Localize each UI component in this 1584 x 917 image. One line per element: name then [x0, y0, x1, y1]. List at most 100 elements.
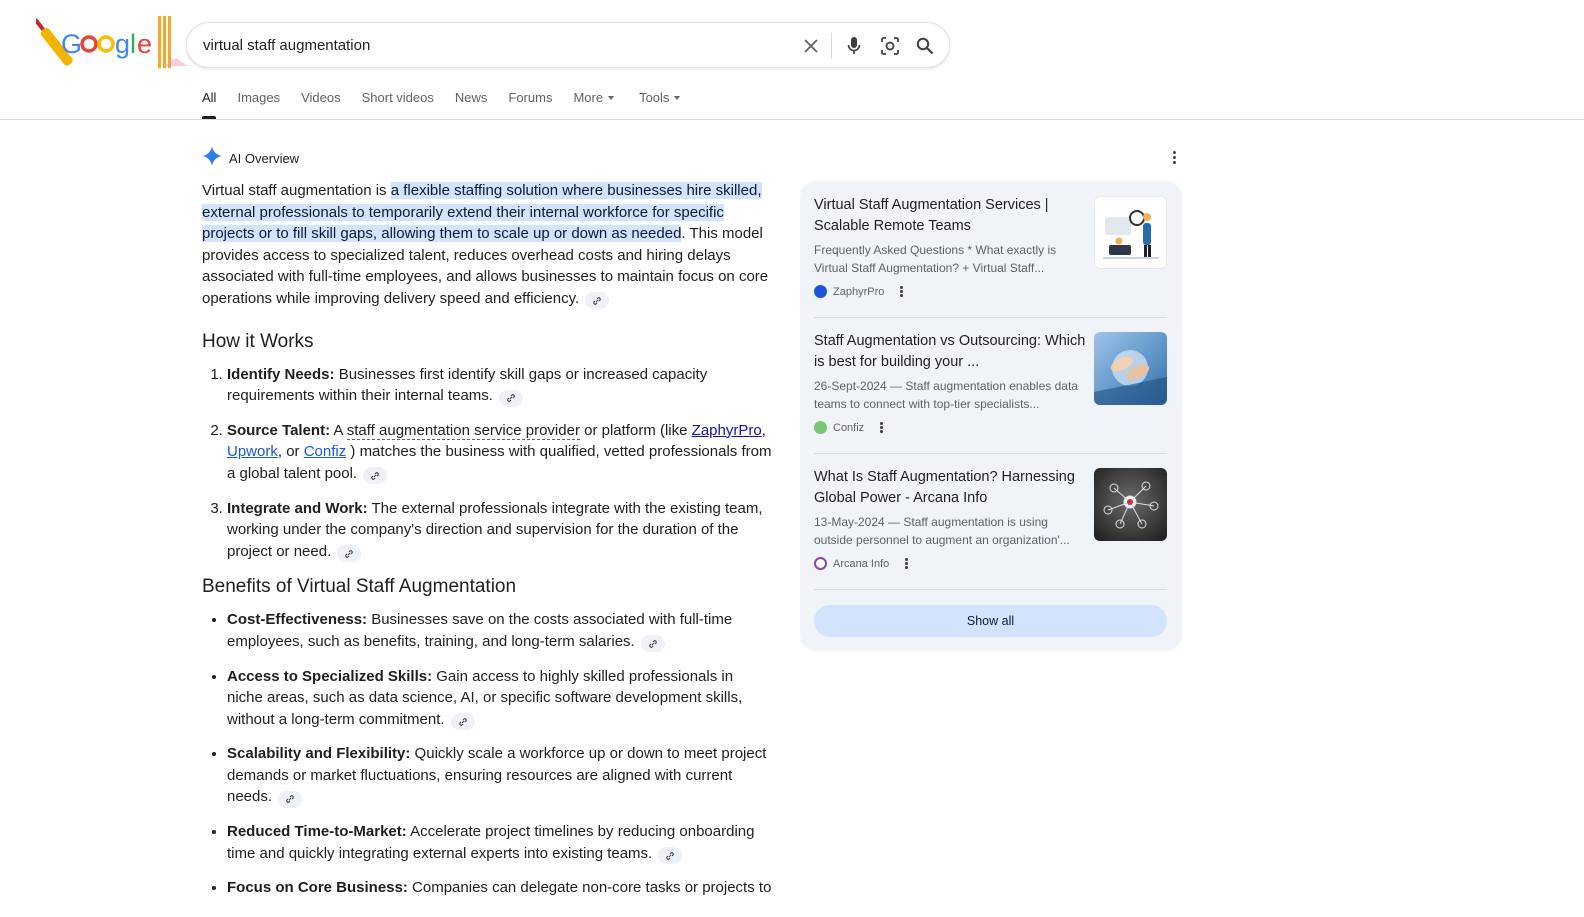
source-title[interactable]: What Is Staff Augmentation? Harnessing G… — [814, 467, 1086, 509]
item-term: Source Talent: — [227, 421, 331, 439]
item-term: Reduced Time-to-Market: — [227, 823, 407, 841]
microphone-icon[interactable] — [842, 34, 866, 58]
list-item: Scalability and Flexibility: Quickly sca… — [227, 743, 772, 808]
search-icon[interactable] — [913, 34, 937, 58]
tab-more[interactable]: More — [573, 90, 615, 120]
source-snippet: Frequently Asked Questions * What exactl… — [814, 243, 1057, 275]
caret-down-icon — [674, 96, 681, 100]
source-thumbnail — [1094, 468, 1167, 541]
confiz-favicon — [814, 421, 827, 434]
source-title[interactable]: Staff Augmentation vs Outsourcing: Which… — [814, 331, 1086, 373]
item-text: , or — [277, 443, 304, 461]
link-icon[interactable] — [658, 847, 683, 865]
divider — [814, 589, 1167, 590]
tab-label: News — [454, 90, 488, 105]
source-thumbnail — [1094, 332, 1167, 405]
search-box[interactable]: virtual staff augmentation — [186, 22, 950, 68]
item-text: Companies can delegate non-core tasks or… — [407, 879, 772, 897]
source-site-name: ZaphyrPro — [833, 285, 885, 298]
tab-videos[interactable]: Videos — [301, 90, 341, 120]
ai-overview-label: AI Overview — [229, 151, 300, 166]
tab-images[interactable]: Images — [237, 90, 280, 120]
svg-text:e: e — [137, 29, 152, 59]
intro-text: Virtual staff augmentation is — [202, 182, 391, 199]
link-icon[interactable] — [640, 635, 665, 653]
item-term: Integrate and Work: — [227, 499, 368, 517]
google-doodle-logo[interactable]: G g l e — [34, 8, 196, 72]
link-icon[interactable] — [585, 292, 610, 310]
tab-label: Forums — [508, 90, 553, 105]
more-options-icon[interactable] — [1166, 148, 1182, 166]
close-icon[interactable] — [799, 34, 823, 58]
search-tabs: All Images Videos Short videos News Foru… — [202, 90, 701, 120]
item-term: Focus on Core Business: — [227, 879, 408, 897]
source-thumbnail — [1094, 196, 1167, 269]
link-icon[interactable] — [363, 467, 388, 485]
intro-paragraph: Virtual staff augmentation is a flexible… — [202, 180, 772, 310]
tab-tools[interactable]: Tools — [639, 90, 681, 120]
divider — [831, 33, 832, 59]
item-text: A — [330, 421, 347, 439]
tab-label: Videos — [301, 90, 341, 105]
tab-label: Short videos — [361, 90, 434, 105]
svg-text:l: l — [130, 29, 136, 59]
item-text: , — [761, 421, 766, 439]
source-snippet: 26-Sept-2024 — Staff augmentation enable… — [814, 379, 1078, 411]
source-snippet: 13-May-2024 — Staff augmentation is usin… — [814, 515, 1070, 547]
link-icon[interactable] — [278, 790, 303, 808]
show-all-button[interactable]: Show all — [814, 605, 1167, 637]
zaphyrpro-favicon — [814, 285, 827, 298]
tab-all[interactable]: All — [202, 90, 217, 120]
caret-down-icon — [608, 96, 615, 100]
tab-label: Images — [237, 90, 281, 105]
tab-short-videos[interactable]: Short videos — [362, 90, 434, 120]
zaphyrpro-link[interactable]: ZaphyrPro — [692, 422, 762, 439]
more-options-icon[interactable] — [880, 422, 883, 433]
source-title[interactable]: Virtual Staff Augmentation Services | Sc… — [814, 195, 1086, 237]
source-card[interactable]: Virtual Staff Augmentation Services | Sc… — [814, 181, 1167, 301]
tab-news[interactable]: News — [455, 90, 488, 120]
list-item: Cost-Effectiveness: Businesses save on t… — [227, 609, 772, 653]
more-options-icon[interactable] — [900, 286, 903, 297]
arcana-favicon — [814, 557, 827, 570]
search-input[interactable]: virtual staff augmentation — [203, 37, 370, 54]
upwork-link[interactable]: Upwork — [227, 443, 278, 460]
tab-forums[interactable]: Forums — [508, 90, 552, 120]
how-it-works-heading: How it Works — [202, 330, 314, 352]
item-text: or platform (like — [579, 421, 692, 439]
how-it-works-list: Identify Needs: Businesses first identif… — [202, 364, 772, 563]
benefits-heading: Benefits of Virtual Staff Augmentation — [202, 576, 517, 598]
more-options-icon[interactable] — [905, 558, 908, 569]
header: G g l e virtual staff augmentation All I… — [0, 0, 1584, 120]
list-item: Integrate and Work: The external profess… — [227, 498, 772, 563]
source-site-name: Arcana Info — [833, 557, 890, 570]
sparkle-icon — [202, 146, 222, 171]
confiz-link[interactable]: Confiz — [304, 443, 347, 460]
source-site: Arcana Info — [814, 557, 908, 570]
list-item: Access to Specialized Skills: Gain acces… — [227, 666, 772, 731]
tab-label: Tools — [639, 90, 670, 105]
list-item: Source Talent: A staff augmentation serv… — [227, 420, 772, 485]
link-icon[interactable] — [337, 545, 362, 563]
list-item: Reduced Time-to-Market: Accelerate proje… — [227, 821, 772, 865]
lens-icon[interactable] — [878, 34, 902, 58]
source-site: Confiz — [814, 421, 883, 434]
benefits-list: Cost-Effectiveness: Businesses save on t… — [202, 609, 772, 899]
sources-panel: Virtual Staff Augmentation Services | Sc… — [800, 181, 1182, 651]
ai-overview-content: Virtual staff augmentation is a flexible… — [202, 180, 772, 912]
item-term: Cost-Effectiveness: — [227, 611, 368, 629]
link-icon[interactable] — [499, 389, 524, 407]
provider-term-link[interactable]: staff augmentation service provider — [346, 421, 580, 440]
ai-overview-header: AI Overview — [202, 146, 299, 171]
link-icon[interactable] — [450, 713, 475, 731]
list-item: Identify Needs: Businesses first identif… — [227, 364, 772, 407]
item-term: Scalability and Flexibility: — [227, 745, 411, 763]
source-card[interactable]: Staff Augmentation vs Outsourcing: Which… — [814, 317, 1167, 437]
tab-label: All — [202, 90, 217, 105]
source-card[interactable]: What Is Staff Augmentation? Harnessing G… — [814, 453, 1167, 573]
svg-text:G: G — [61, 29, 82, 59]
tab-label: More — [573, 90, 604, 105]
item-term: Identify Needs: — [227, 365, 335, 383]
source-site-name: Confiz — [833, 421, 865, 434]
source-site: ZaphyrPro — [814, 285, 903, 298]
